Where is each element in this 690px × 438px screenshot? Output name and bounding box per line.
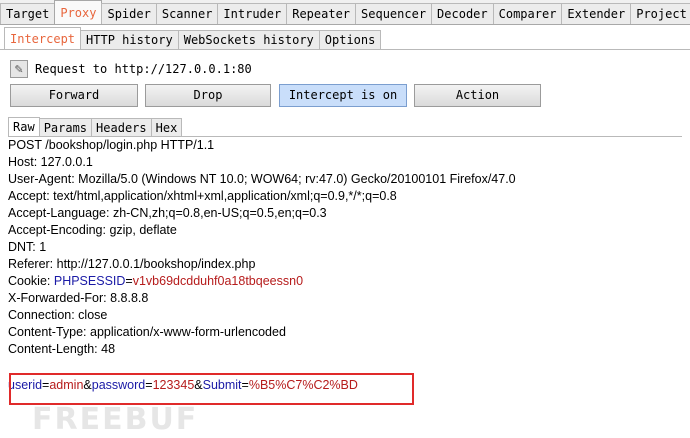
header-user-agent: User-Agent: Mozilla/5.0 (Windows NT 10.0… <box>8 172 516 186</box>
intercept-toggle-button[interactable]: Intercept is on <box>279 84 407 107</box>
cookie-value: v1vb69dcdduhf0a18tbqeessn0 <box>132 274 304 288</box>
action-button[interactable]: Action <box>414 84 541 107</box>
request-target-label: Request to http://127.0.0.1:80 <box>35 62 252 76</box>
tab-scanner[interactable]: Scanner <box>155 3 219 24</box>
header-content-type: Content-Type: application/x-www-form-url… <box>8 325 286 339</box>
tab-target[interactable]: Target <box>0 3 56 24</box>
header-accept-encoding: Accept-Encoding: gzip, deflate <box>8 223 177 237</box>
tab-extender[interactable]: Extender <box>561 3 632 24</box>
tab-hex[interactable]: Hex <box>150 118 183 136</box>
tab-params[interactable]: Params <box>38 118 93 136</box>
tab-headers[interactable]: Headers <box>91 118 152 136</box>
xff-rest: -Forwarded-For: 8.8.8.8 <box>16 291 149 305</box>
tab-repeater[interactable]: Repeater <box>286 3 357 24</box>
tab-websockets-history[interactable]: WebSockets history <box>177 30 320 49</box>
header-cookie: Cookie: PHPSESSID=v1vb69dcdduhf0a18tbqee… <box>8 273 303 290</box>
request-info: ✎ Request to http://127.0.0.1:80 <box>10 58 252 80</box>
proxy-sub-tab-bar: Intercept HTTP history WebSockets histor… <box>0 27 690 50</box>
raw-request-editor[interactable]: POST /bookshop/login.php HTTP/1.1 Host: … <box>8 137 682 433</box>
tab-comparer[interactable]: Comparer <box>492 3 563 24</box>
cookie-name: PHPSESSID <box>53 274 126 288</box>
cookie-equals: = <box>125 274 133 288</box>
header-accept-language: Accept-Language: zh-CN,zh;q=0.8,en-US;q=… <box>8 206 327 220</box>
cookie-label: Cookie: <box>8 274 54 288</box>
header-accept: Accept: text/html,application/xhtml+xml,… <box>8 189 397 203</box>
header-host: Host: 127.0.0.1 <box>8 155 93 169</box>
header-x-forwarded-for: X-Forwarded-For: 8.8.8.8 <box>8 290 148 307</box>
tab-project-options[interactable]: Project option <box>630 3 690 24</box>
tab-options[interactable]: Options <box>318 30 382 49</box>
message-view-tabs: Raw Params Headers Hex <box>8 117 682 137</box>
header-referer: Referer: http://127.0.0.1/bookshop/index… <box>8 257 256 271</box>
edit-pencil-icon[interactable]: ✎ <box>10 60 28 78</box>
tab-sequencer[interactable]: Sequencer <box>355 3 433 24</box>
forward-button[interactable]: Forward <box>10 84 138 107</box>
request-line: POST /bookshop/login.php HTTP/1.1 <box>8 138 215 152</box>
highlight-annotation-box <box>9 373 414 405</box>
watermark: FREEBUF <box>32 402 199 437</box>
tab-http-history[interactable]: HTTP history <box>80 30 179 49</box>
tab-intercept[interactable]: Intercept <box>4 27 82 49</box>
tab-intruder[interactable]: Intruder <box>217 3 288 24</box>
tab-decoder[interactable]: Decoder <box>431 3 494 24</box>
tab-spider[interactable]: Spider <box>101 3 157 24</box>
header-content-length: Content-Length: 48 <box>8 342 116 356</box>
main-tab-bar: Target Proxy Spider Scanner Intruder Rep… <box>0 0 690 25</box>
header-dnt: DNT: 1 <box>8 240 47 254</box>
tab-raw[interactable]: Raw <box>8 117 40 136</box>
drop-button[interactable]: Drop <box>145 84 271 107</box>
header-connection: Connection: close <box>8 308 108 322</box>
tab-proxy[interactable]: Proxy <box>54 0 103 24</box>
